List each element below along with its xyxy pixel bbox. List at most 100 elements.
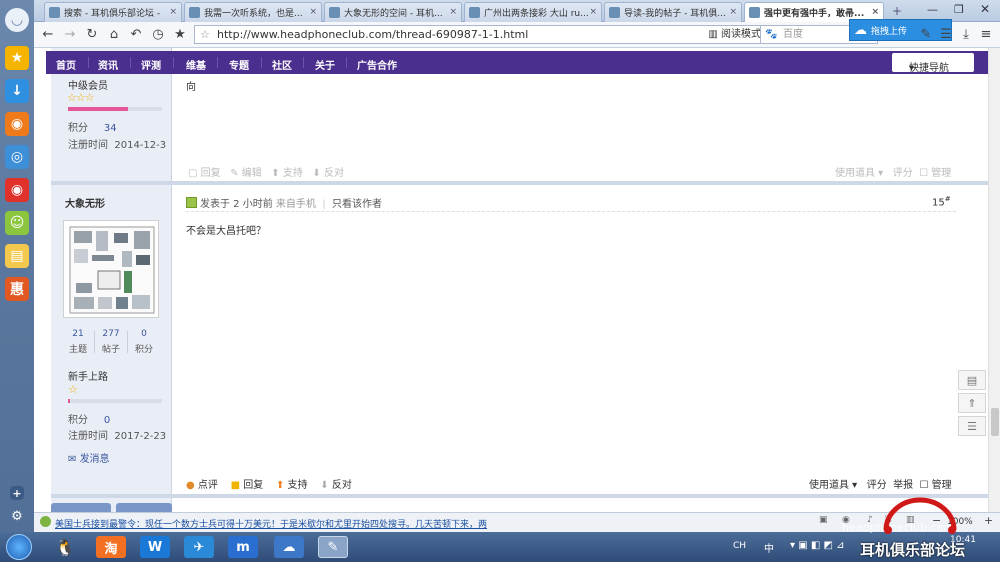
lang-indicator[interactable]: 中 xyxy=(764,540,774,555)
tab-5[interactable]: 导读-我的帖子 - 耳机俱... × xyxy=(604,2,742,22)
oppose-button[interactable]: ⬇ 反对 xyxy=(320,480,352,491)
taobao-icon[interactable]: 淘 xyxy=(96,536,126,558)
rss-icon[interactable]: ◉ xyxy=(5,112,29,136)
start-button-icon[interactable] xyxy=(6,534,32,560)
close-window-icon[interactable]: ✕ xyxy=(980,2,990,16)
nav-home[interactable]: 首页 xyxy=(56,57,76,72)
author-name[interactable]: 大象无形 xyxy=(65,195,105,210)
page-scrollbar[interactable] xyxy=(988,48,1000,512)
quick-nav-button[interactable]: 快捷导航 ▾ xyxy=(892,53,974,74)
forward-icon[interactable]: → xyxy=(62,26,78,42)
tools-button[interactable]: 使用道具 ▾ xyxy=(809,480,857,491)
close-tab-icon[interactable]: × xyxy=(589,7,597,17)
home-icon[interactable]: ⌂ xyxy=(106,26,122,42)
close-tab-icon[interactable]: × xyxy=(449,7,457,17)
tab-4[interactable]: 广州出两条接彩 大山 ru... × xyxy=(464,2,602,22)
smiley-icon[interactable]: ◡ xyxy=(5,8,29,32)
only-author-link[interactable]: 只看该作者 xyxy=(332,199,382,210)
address-bar[interactable]: ☆ http://www.headphoneclub.com/thread-69… xyxy=(194,25,788,44)
weibo-icon[interactable]: ◉ xyxy=(5,178,29,202)
hui-icon[interactable]: 惠 xyxy=(5,277,29,301)
close-tab-icon[interactable]: × xyxy=(871,7,879,17)
stat-posts[interactable]: 277 帖子 xyxy=(96,329,126,355)
floor-number[interactable]: 15# xyxy=(932,195,951,208)
list-icon[interactable]: ☰ xyxy=(958,416,986,436)
nav-wiki[interactable]: 维基 xyxy=(186,57,206,72)
scrollbar-thumb[interactable] xyxy=(991,408,999,436)
tab-2[interactable]: 我需一次听系统，也是... × xyxy=(184,2,322,22)
nav-review[interactable]: 评测 xyxy=(141,57,161,72)
favorites-star-icon[interactable]: ★ xyxy=(5,46,29,70)
back-icon[interactable]: ← xyxy=(40,26,56,42)
reply-button[interactable]: ■ 回复 xyxy=(231,480,264,491)
menu-icon[interactable]: ☰ xyxy=(938,26,954,42)
read-mode-button[interactable]: ▥ 阅读模式 xyxy=(708,26,761,43)
rate-button[interactable]: 评分 xyxy=(867,480,887,491)
page-viewport: 向 首页 资讯 评测 维基 专题 社区 关于 广告合作 快捷导航 ▾ 中级会员 … xyxy=(34,48,988,512)
prev-support[interactable]: 支持 xyxy=(283,168,303,179)
paint-icon[interactable]: ✎ xyxy=(318,536,348,558)
checkbox-icon[interactable]: ☐ xyxy=(919,168,928,179)
comment-button[interactable]: ● 点评 xyxy=(186,480,218,491)
minimize-icon[interactable]: — xyxy=(927,3,938,16)
tab-3[interactable]: 大象无形的空间 - 耳机... × xyxy=(324,2,462,22)
close-tab-icon[interactable]: × xyxy=(729,7,737,17)
qq-penguin-icon[interactable]: 🐧 xyxy=(50,536,80,558)
maxthon-icon[interactable]: m xyxy=(228,536,258,558)
post-meta: 发表于 2 小时前 来自手机 | 只看该作者 xyxy=(186,195,382,210)
feedback-chat-icon[interactable]: ▤ xyxy=(958,370,986,390)
nav-about[interactable]: 关于 xyxy=(315,57,335,72)
prev-tools[interactable]: 使用道具 xyxy=(835,168,875,179)
browser-cloud-icon[interactable]: ☁ xyxy=(274,536,304,558)
close-tab-icon[interactable]: × xyxy=(309,7,317,17)
manage-checkbox-icon[interactable]: ☐ xyxy=(919,480,928,491)
send-message-button[interactable]: ✉ 发消息 xyxy=(68,450,110,465)
back-to-top-icon[interactable]: ⇑ xyxy=(958,393,986,413)
stat-points[interactable]: 0 积分 xyxy=(129,329,159,355)
prev-reply[interactable]: 回复 xyxy=(201,168,221,179)
ime-indicator[interactable]: CH xyxy=(733,541,746,551)
feige-icon[interactable]: ✈ xyxy=(184,536,214,558)
support-button[interactable]: ⬆ 支持 xyxy=(276,480,308,491)
prev-rate[interactable]: 评分 xyxy=(893,168,913,179)
manage-button[interactable]: 管理 xyxy=(932,480,952,491)
prev-oppose[interactable]: 反对 xyxy=(324,168,344,179)
author-level: 新手上路 xyxy=(68,372,108,383)
game-icon[interactable]: ◎ xyxy=(5,145,29,169)
close-tab-icon[interactable]: × xyxy=(169,7,177,17)
nav-news[interactable]: 资讯 xyxy=(98,57,118,72)
add-icon[interactable]: + xyxy=(10,486,24,500)
nav-ads[interactable]: 广告合作 xyxy=(357,57,397,72)
note-icon[interactable]: ▤ xyxy=(5,244,29,268)
pen-icon[interactable]: ✎ xyxy=(918,26,934,42)
zoom-in-icon[interactable]: + xyxy=(984,514,993,527)
tab-1[interactable]: 搜索 - 耳机俱乐部论坛 - × xyxy=(44,2,182,22)
download-arrow-icon[interactable]: ⤓ xyxy=(958,26,974,42)
wps-icon[interactable]: W xyxy=(140,536,170,558)
prev-edit[interactable]: 编辑 xyxy=(242,168,262,179)
undo-icon[interactable]: ↶ xyxy=(128,26,144,42)
nav-community[interactable]: 社区 xyxy=(272,57,292,72)
search-engine-icon[interactable]: 🐾 xyxy=(765,26,777,43)
restore-icon[interactable]: ❐ xyxy=(954,3,964,16)
more-icon[interactable]: ≡ xyxy=(978,26,994,42)
nav-topics[interactable]: 专题 xyxy=(229,57,249,72)
download-icon[interactable]: ↓ xyxy=(5,79,29,103)
author-avatar[interactable] xyxy=(63,220,159,318)
settings-gear-icon[interactable]: ⚙ xyxy=(9,508,25,524)
new-tab-icon[interactable]: + xyxy=(892,4,902,18)
news-ticker[interactable]: 美国士兵接到最警令：现任一个数方士兵可得十万美元！于是米歇尔和尤里开始四处搜寻。… xyxy=(55,517,487,530)
report-button[interactable]: 举报 xyxy=(893,480,913,491)
smile-app-icon[interactable]: ☺ xyxy=(5,211,29,235)
upload-popup[interactable]: ☁ 拖拽上传 xyxy=(849,19,952,41)
stat-threads[interactable]: 21 主题 xyxy=(63,329,93,355)
status-tool-icon[interactable]: ▣ xyxy=(819,515,828,525)
tray-icons[interactable]: ▾ ▣ ◧ ◩ ⊿ xyxy=(790,540,844,551)
refresh-icon[interactable]: ↻ xyxy=(84,26,100,42)
mail-icon: ✉ xyxy=(68,454,80,465)
chevron-down-icon: ▾ xyxy=(909,63,915,74)
site-favicon-icon xyxy=(749,7,760,18)
bookmark-star-icon[interactable]: ★ xyxy=(172,26,188,42)
history-icon[interactable]: ◷ xyxy=(150,26,166,42)
prev-manage[interactable]: 管理 xyxy=(931,168,951,179)
